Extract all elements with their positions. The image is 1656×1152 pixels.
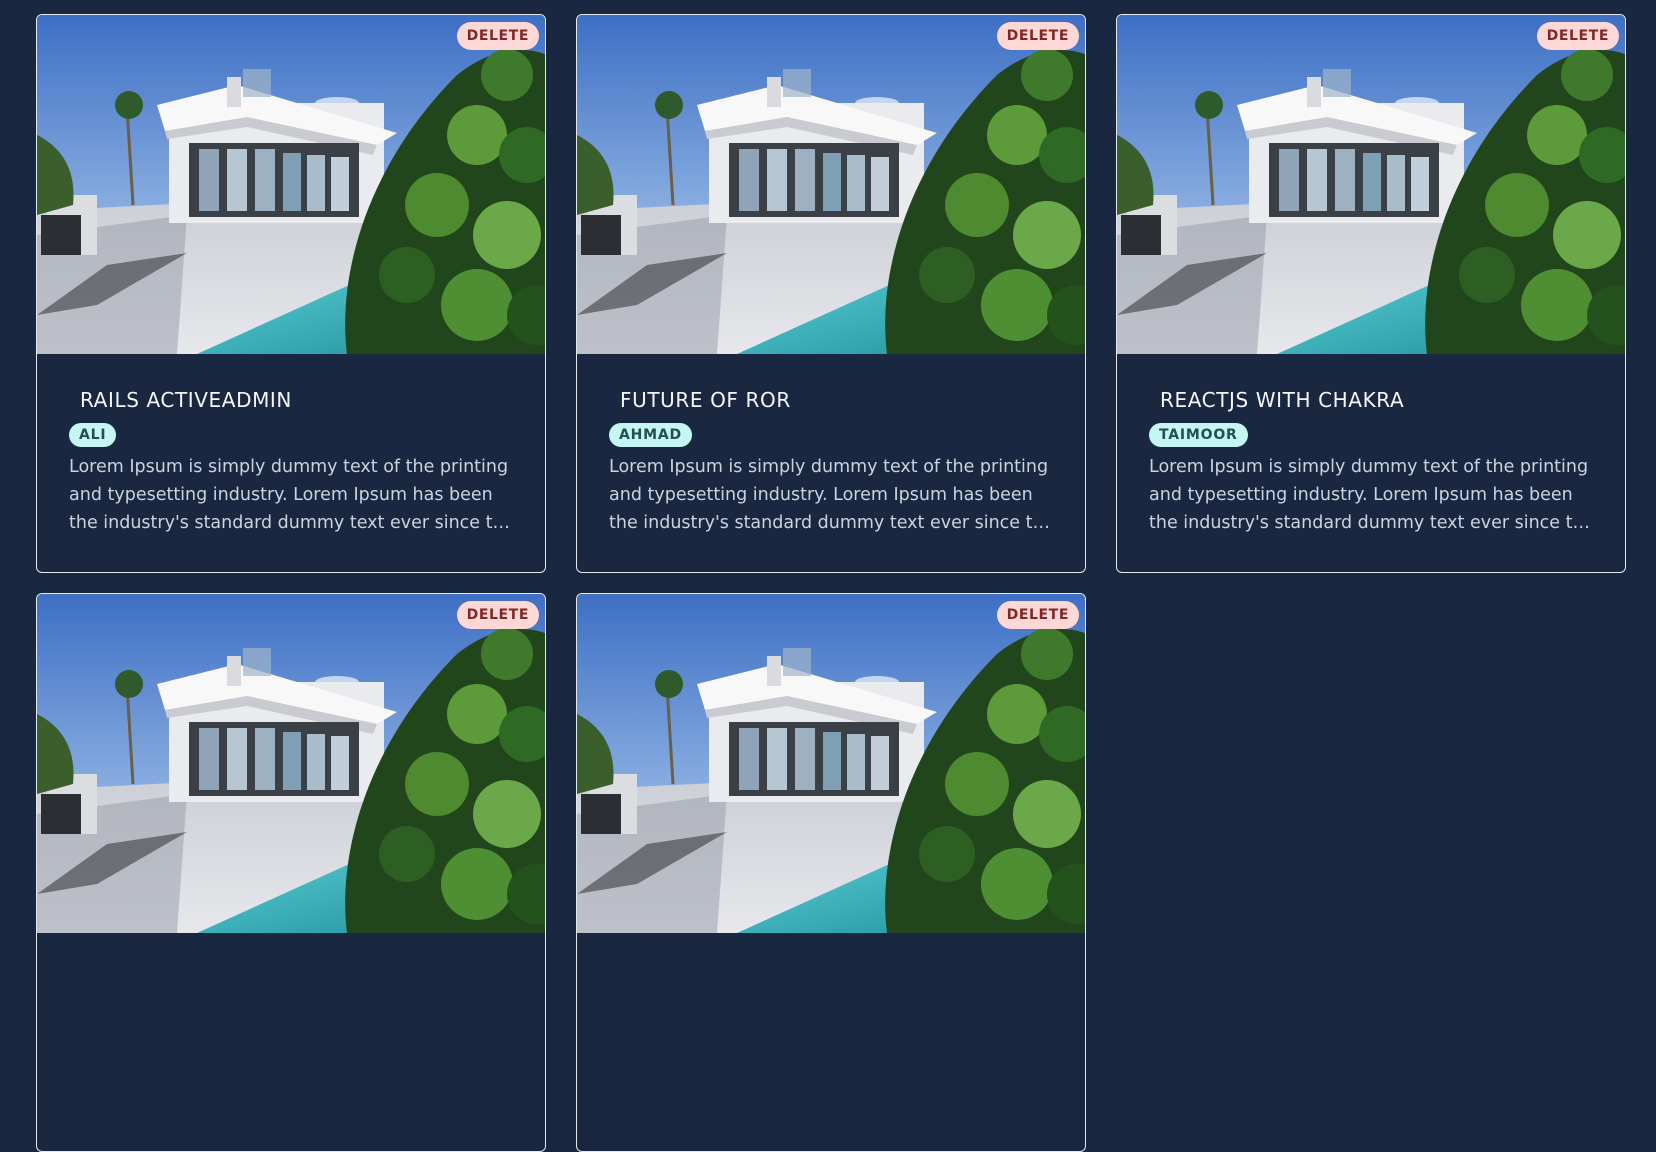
author-badge: ALI <box>69 423 117 447</box>
post-title: FUTURE OF ROR <box>620 388 791 412</box>
post-photo <box>577 594 1085 933</box>
post-description: Lorem Ipsum is simply dummy text of the … <box>1149 457 1595 533</box>
delete-button[interactable]: DELETE <box>456 22 539 50</box>
card-body: REACTJS WITH CHAKRA TAIMOOR Lorem Ipsum … <box>1117 354 1625 537</box>
delete-button[interactable]: DELETE <box>996 601 1079 629</box>
delete-button[interactable]: DELETE <box>1536 22 1619 50</box>
author-badge: AHMAD <box>609 423 692 447</box>
post-description: Lorem Ipsum is simply dummy text of the … <box>609 457 1055 533</box>
post-photo <box>37 594 545 933</box>
delete-button[interactable]: DELETE <box>456 601 539 629</box>
post-title: REACTJS WITH CHAKRA <box>1160 388 1405 412</box>
post-title: RAILS ACTIVEADMIN <box>80 388 292 412</box>
post-photo <box>37 15 545 354</box>
post-description: Lorem Ipsum is simply dummy text of the … <box>69 457 515 533</box>
post-photo <box>577 15 1085 354</box>
post-card: DELETE <box>576 593 1086 1152</box>
card-body: FUTURE OF ROR AHMAD Lorem Ipsum is simpl… <box>577 354 1085 537</box>
author-badge: TAIMOOR <box>1149 423 1248 447</box>
posts-grid: DELETE RAILS ACTIVEADMIN ALI Lorem Ipsum… <box>36 14 1628 1152</box>
post-card: DELETE FUTURE OF ROR AHMAD Lorem Ipsum i… <box>576 14 1086 573</box>
post-card: DELETE RAILS ACTIVEADMIN ALI Lorem Ipsum… <box>36 14 546 573</box>
delete-button[interactable]: DELETE <box>996 22 1079 50</box>
post-card: DELETE REACTJS WITH CHAKRA TAIMOOR Lorem… <box>1116 14 1626 573</box>
card-body: RAILS ACTIVEADMIN ALI Lorem Ipsum is sim… <box>37 354 545 537</box>
post-photo <box>1117 15 1625 354</box>
post-card: DELETE <box>36 593 546 1152</box>
